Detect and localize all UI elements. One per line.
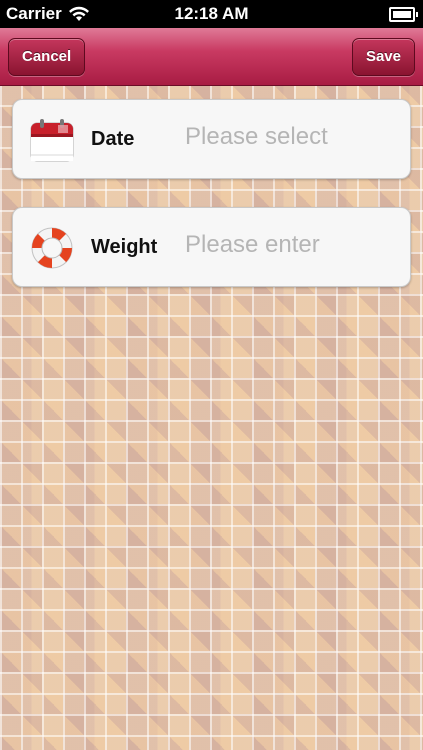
weight-row[interactable]: Weight (12, 207, 411, 287)
weight-label: Weight (91, 236, 158, 258)
save-button[interactable]: Save (351, 38, 415, 76)
cancel-button[interactable]: Cancel (8, 38, 86, 76)
nav-bar: Cancel Save (0, 28, 423, 86)
date-label: Date (91, 128, 135, 150)
calendar-icon (30, 119, 74, 162)
status-bar: Carrier 12:18 AM (0, 0, 423, 28)
weight-field[interactable] (185, 226, 395, 264)
date-field[interactable] (185, 118, 395, 156)
screen: Carrier 12:18 AM Cancel Save Date Please… (0, 0, 423, 750)
lifebuoy-icon (31, 227, 73, 269)
date-row[interactable]: Date (12, 99, 411, 179)
battery-icon (389, 7, 418, 22)
status-time: 12:18 AM (174, 4, 249, 23)
